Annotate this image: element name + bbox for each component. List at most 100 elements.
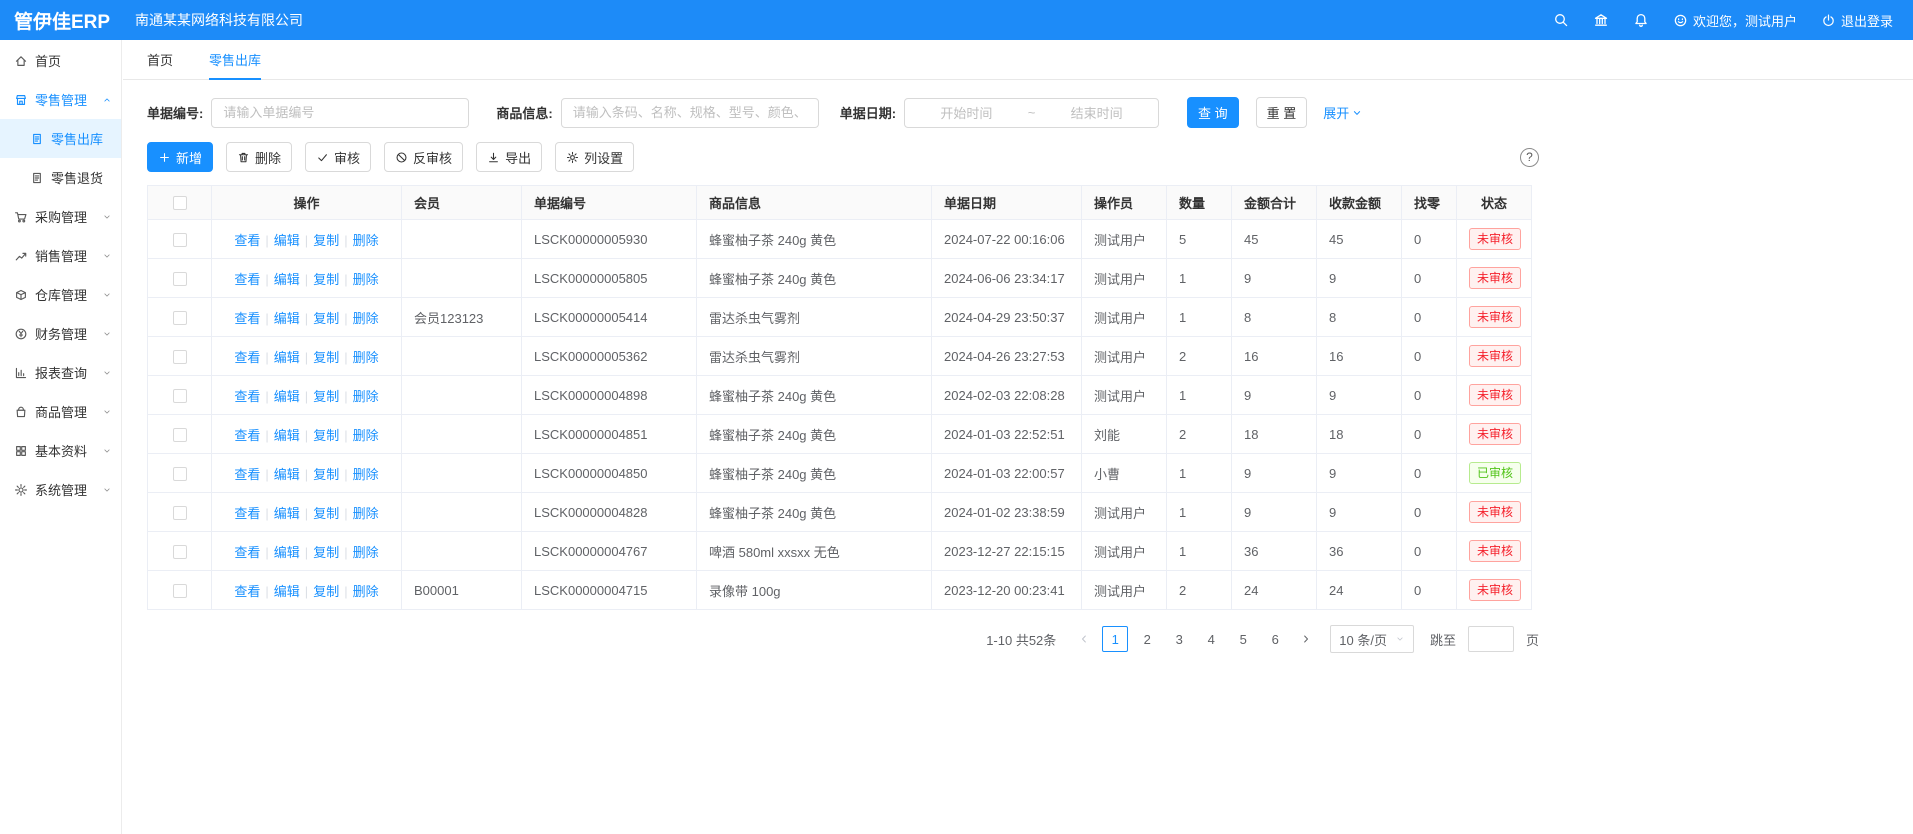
next-page-icon[interactable]: [1294, 626, 1318, 652]
row-action-delete[interactable]: 删除: [353, 350, 379, 365]
expand-label: 展开: [1323, 103, 1349, 122]
bank-icon[interactable]: [1593, 12, 1609, 28]
row-action-view[interactable]: 查看: [234, 428, 260, 443]
row-action-copy[interactable]: 复制: [313, 389, 339, 404]
sidebar-item-warehouse[interactable]: 仓库管理: [0, 275, 121, 314]
sidebar-item-finance[interactable]: 财务管理: [0, 314, 121, 353]
sidebar-item-retail-return[interactable]: 零售退货: [0, 158, 121, 197]
cart-icon: [14, 210, 28, 224]
row-action-view[interactable]: 查看: [234, 545, 260, 560]
row-checkbox[interactable]: [173, 545, 187, 559]
row-action-copy[interactable]: 复制: [313, 584, 339, 599]
row-action-view[interactable]: 查看: [234, 506, 260, 521]
row-action-edit[interactable]: 编辑: [274, 233, 300, 248]
jump-input[interactable]: [1468, 626, 1514, 652]
row-action-edit[interactable]: 编辑: [274, 506, 300, 521]
sidebar-item-goods[interactable]: 商品管理: [0, 392, 121, 431]
row-action-view[interactable]: 查看: [234, 584, 260, 599]
row-action-view[interactable]: 查看: [234, 350, 260, 365]
sidebar-item-purchase[interactable]: 采购管理: [0, 197, 121, 236]
page-2[interactable]: 2: [1134, 626, 1160, 652]
row-action-delete[interactable]: 删除: [353, 506, 379, 521]
row-checkbox[interactable]: [173, 272, 187, 286]
row-action-copy[interactable]: 复制: [313, 233, 339, 248]
goods-input[interactable]: [561, 98, 819, 128]
row-checkbox[interactable]: [173, 584, 187, 598]
row-action-edit[interactable]: 编辑: [274, 428, 300, 443]
prev-page-icon[interactable]: [1072, 626, 1096, 652]
sidebar-item-report[interactable]: 报表查询: [0, 353, 121, 392]
row-action-view[interactable]: 查看: [234, 389, 260, 404]
page-1[interactable]: 1: [1102, 626, 1128, 652]
row-action-edit[interactable]: 编辑: [274, 350, 300, 365]
export-button[interactable]: 导出: [476, 142, 542, 172]
add-button[interactable]: 新增: [147, 142, 213, 172]
row-action-edit[interactable]: 编辑: [274, 311, 300, 326]
bell-icon[interactable]: [1633, 12, 1649, 28]
sidebar-item-home[interactable]: 首页: [0, 41, 121, 80]
row-checkbox[interactable]: [173, 467, 187, 481]
row-action-copy[interactable]: 复制: [313, 272, 339, 287]
row-action-delete[interactable]: 删除: [353, 233, 379, 248]
help-icon[interactable]: ?: [1520, 148, 1539, 167]
page-size-select[interactable]: 10 条/页: [1330, 625, 1414, 653]
row-checkbox[interactable]: [173, 428, 187, 442]
row-checkbox[interactable]: [173, 506, 187, 520]
bill-no-input[interactable]: [211, 98, 469, 128]
row-action-copy[interactable]: 复制: [313, 545, 339, 560]
tab-home[interactable]: 首页: [147, 40, 173, 80]
row-action-view[interactable]: 查看: [234, 272, 260, 287]
row-action-delete[interactable]: 删除: [353, 311, 379, 326]
date-range-picker[interactable]: 开始时间 ~ 结束时间: [904, 98, 1159, 128]
row-action-delete[interactable]: 删除: [353, 467, 379, 482]
audit-button[interactable]: 审核: [305, 142, 371, 172]
query-button[interactable]: 查 询: [1187, 97, 1239, 128]
row-action-delete[interactable]: 删除: [353, 545, 379, 560]
sidebar-item-basedata[interactable]: 基本资料: [0, 431, 121, 470]
reset-button[interactable]: 重 置: [1256, 97, 1308, 128]
row-action-edit[interactable]: 编辑: [274, 545, 300, 560]
button-label: 导出: [505, 148, 531, 167]
row-checkbox[interactable]: [173, 311, 187, 325]
row-action-view[interactable]: 查看: [234, 311, 260, 326]
row-checkbox[interactable]: [173, 233, 187, 247]
welcome-user[interactable]: 欢迎您，测试用户: [1673, 11, 1797, 30]
row-action-edit[interactable]: 编辑: [274, 389, 300, 404]
row-action-copy[interactable]: 复制: [313, 506, 339, 521]
row-action-delete[interactable]: 删除: [353, 389, 379, 404]
tab-retail-outbound[interactable]: 零售出库: [209, 40, 261, 80]
row-action-delete[interactable]: 删除: [353, 584, 379, 599]
search-icon[interactable]: [1553, 12, 1569, 28]
row-action-view[interactable]: 查看: [234, 233, 260, 248]
row-action-edit[interactable]: 编辑: [274, 467, 300, 482]
delete-button[interactable]: 删除: [226, 142, 292, 172]
row-action-edit[interactable]: 编辑: [274, 584, 300, 599]
expand-link[interactable]: 展开: [1323, 103, 1363, 122]
column-header: 单据编号: [522, 186, 697, 220]
sidebar-item-label: 采购管理: [35, 207, 87, 226]
sidebar-item-sales[interactable]: 销售管理: [0, 236, 121, 275]
row-action-delete[interactable]: 删除: [353, 272, 379, 287]
row-checkbox[interactable]: [173, 350, 187, 364]
row-action-edit[interactable]: 编辑: [274, 272, 300, 287]
row-action-delete[interactable]: 删除: [353, 428, 379, 443]
logout-button[interactable]: 退出登录: [1821, 11, 1893, 30]
select-all-checkbox[interactable]: [173, 196, 187, 210]
row-action-copy[interactable]: 复制: [313, 428, 339, 443]
row-action-copy[interactable]: 复制: [313, 350, 339, 365]
sidebar-item-retail[interactable]: 零售管理: [0, 80, 121, 119]
sidebar-item-retail-outbound[interactable]: 零售出库: [0, 119, 121, 158]
page-5[interactable]: 5: [1230, 626, 1256, 652]
page-3[interactable]: 3: [1166, 626, 1192, 652]
column-settings-button[interactable]: 列设置: [555, 142, 634, 172]
total-amount-cell: 18: [1232, 415, 1317, 454]
row-action-copy[interactable]: 复制: [313, 467, 339, 482]
goods-info-cell: 雷达杀虫气雾剂: [697, 298, 932, 337]
page-6[interactable]: 6: [1262, 626, 1288, 652]
unaudit-button[interactable]: 反审核: [384, 142, 463, 172]
row-action-view[interactable]: 查看: [234, 467, 260, 482]
sidebar-item-system[interactable]: 系统管理: [0, 470, 121, 509]
page-4[interactable]: 4: [1198, 626, 1224, 652]
row-action-copy[interactable]: 复制: [313, 311, 339, 326]
row-checkbox[interactable]: [173, 389, 187, 403]
